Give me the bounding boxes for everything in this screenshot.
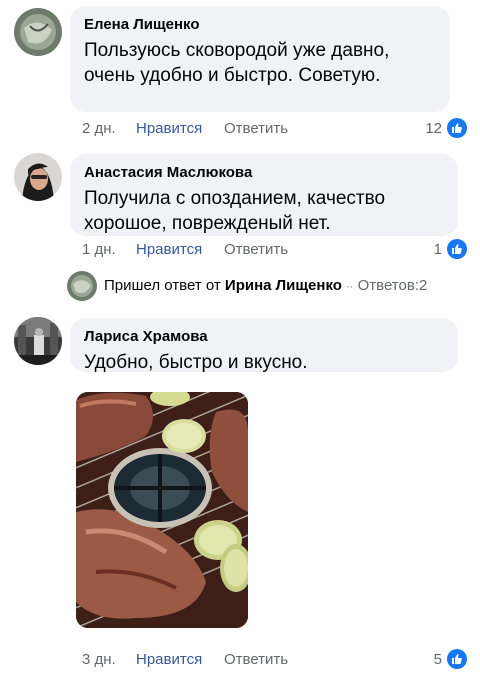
reply-button[interactable]: Ответить [224, 241, 288, 258]
like-button[interactable]: Нравится [136, 120, 202, 137]
attached-photo[interactable] [76, 392, 248, 628]
avatar[interactable] [14, 8, 62, 56]
avatar [67, 271, 97, 301]
reply-button[interactable]: Ответить [224, 120, 288, 137]
comment-text: Удобно, быстро и вкусно. [84, 352, 308, 373]
thumbs-up-icon [447, 239, 467, 259]
comment-text: Получила с опозданием, качество хорошое,… [84, 188, 386, 234]
reply-separator: ·· [346, 281, 354, 293]
reply-author[interactable]: Ирина Лищенко [225, 277, 342, 294]
comment-bubble: Лариса Храмова Удобно, быстро и вкусно. [70, 318, 458, 373]
comment-time[interactable]: 2 дн. [82, 120, 116, 137]
comment-text: Пользуюсь сковородой уже давно, очень уд… [84, 40, 390, 86]
avatar[interactable] [14, 153, 62, 201]
thumbs-up-icon [447, 649, 467, 669]
comment-bubble: Елена Лищенко Пользуюсь сковородой уже д… [70, 6, 450, 112]
comment-time[interactable]: 1 дн. [82, 241, 116, 258]
like-count[interactable]: 5 [400, 651, 442, 668]
reply-button[interactable]: Ответить [224, 651, 288, 668]
avatar[interactable] [14, 317, 62, 365]
comment-time[interactable]: 3 дн. [82, 651, 116, 668]
comment-author[interactable]: Лариса Храмова [84, 327, 444, 347]
like-button[interactable]: Нравится [136, 241, 202, 258]
reply-prefix: Пришел ответ от [104, 277, 221, 294]
thumbs-up-icon [447, 118, 467, 138]
like-button[interactable]: Нравится [136, 651, 202, 668]
like-count[interactable]: 12 [400, 120, 442, 137]
comment-bubble: Анастасия Маслюкова Получила с опоздание… [70, 154, 458, 236]
comment-author[interactable]: Елена Лищенко [84, 15, 436, 35]
like-count[interactable]: 1 [400, 241, 442, 258]
reply-count[interactable]: Ответов:2 [358, 277, 428, 294]
comment-author[interactable]: Анастасия Маслюкова [84, 163, 444, 183]
